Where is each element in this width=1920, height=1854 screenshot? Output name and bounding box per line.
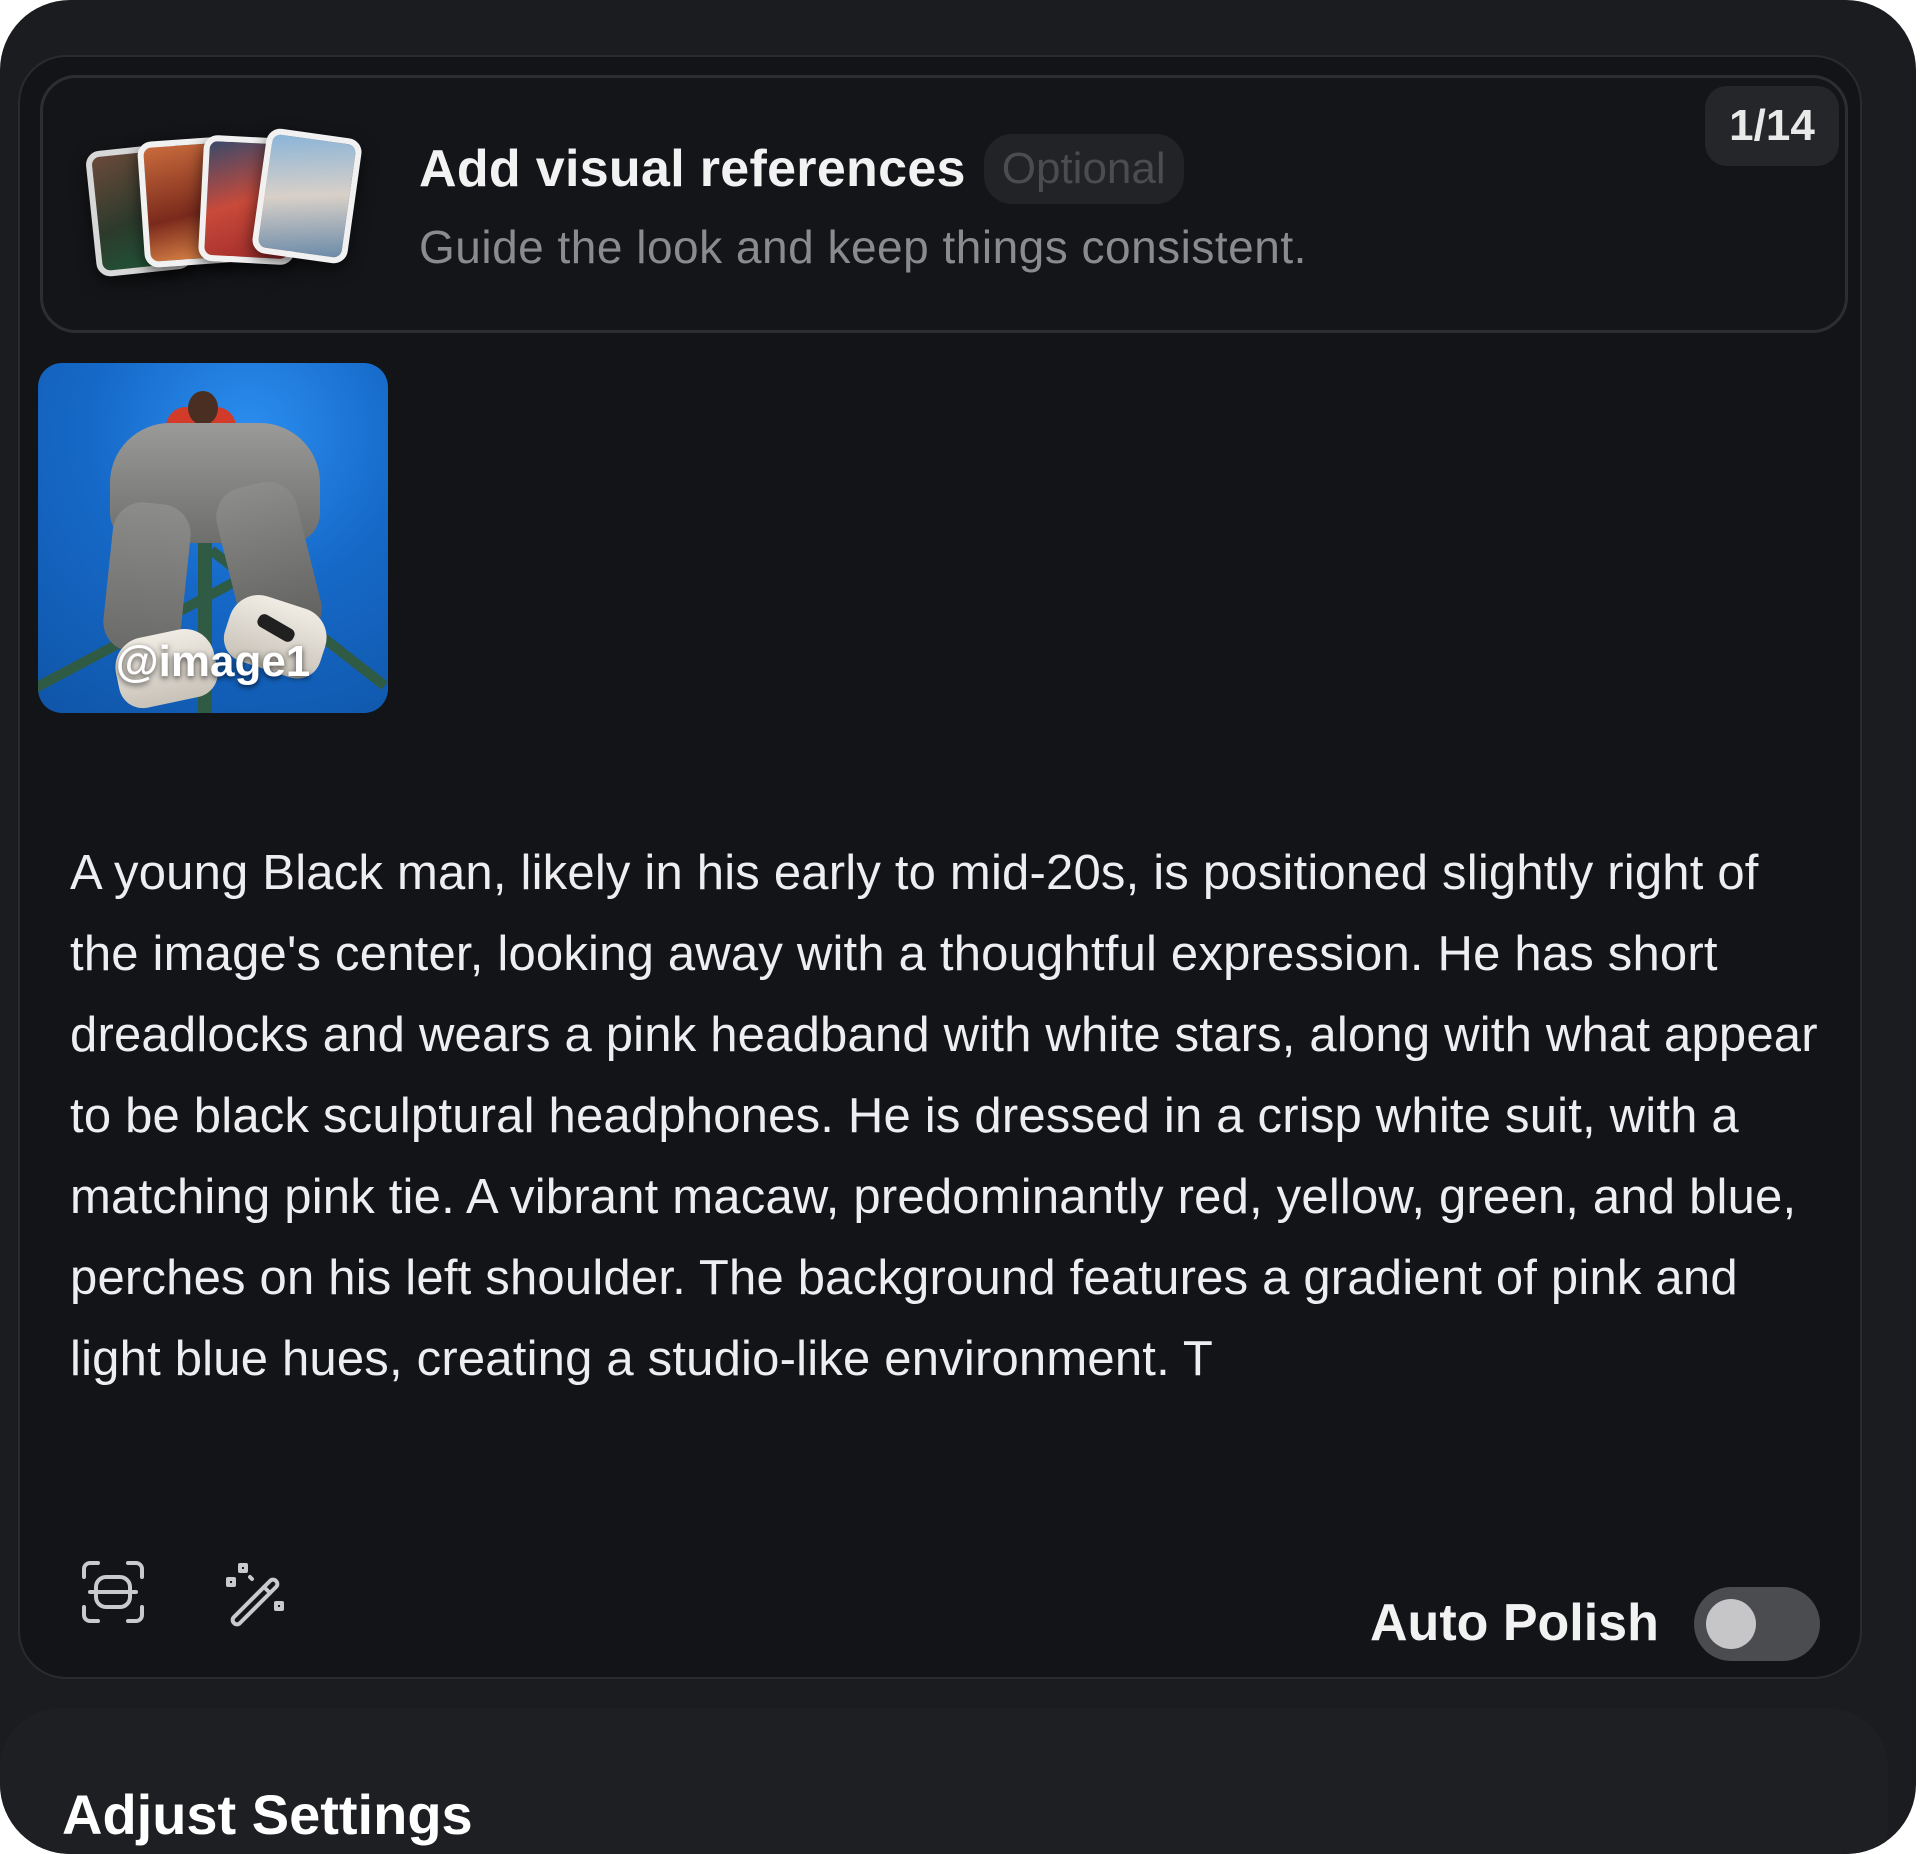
references-heading: Add visual references Optional — [419, 134, 1184, 204]
auto-polish-toggle[interactable] — [1694, 1587, 1820, 1661]
references-title: Add visual references — [419, 140, 966, 198]
prompt-textarea[interactable]: A young Black man, likely in his early t… — [70, 833, 1840, 1400]
adjust-settings-title: Adjust Settings — [62, 1783, 473, 1846]
auto-polish-label: Auto Polish — [1370, 1594, 1659, 1652]
reference-image-tile[interactable]: @image1 — [38, 363, 388, 713]
image-tag-label: @image1 — [115, 637, 311, 686]
reference-thumbnail — [250, 126, 364, 266]
photo-stack-icon — [84, 126, 364, 283]
tile-photo-detail — [188, 391, 218, 425]
references-subtitle: Guide the look and keep things consisten… — [419, 221, 1307, 273]
scan-icon[interactable] — [78, 1557, 148, 1627]
visual-references-card[interactable]: Add visual references Optional Guide the… — [40, 75, 1848, 333]
reference-counter: 1/14 — [1705, 86, 1839, 166]
app-window: Add visual references Optional Guide the… — [0, 0, 1916, 1854]
magic-wand-icon[interactable] — [220, 1557, 290, 1627]
optional-badge: Optional — [983, 134, 1184, 204]
prompt-panel: Add visual references Optional Guide the… — [18, 55, 1862, 1679]
toggle-knob — [1706, 1599, 1756, 1649]
